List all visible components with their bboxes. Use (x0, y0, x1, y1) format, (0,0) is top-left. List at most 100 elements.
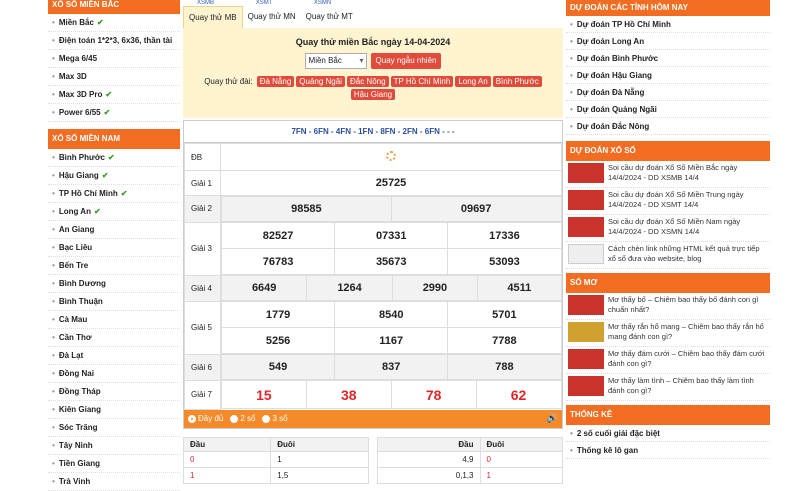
sidebar-item-south[interactable]: • Đồng Tháp (48, 383, 180, 401)
prize-value: 788 (447, 354, 562, 380)
sidebar-item-north[interactable]: • Max 3D Pro ✔ (48, 86, 180, 104)
sidebar-item-south[interactable]: • Đà Lạt (48, 347, 180, 365)
tab-quay-thu-mb[interactable]: Quay thử MB (183, 6, 243, 28)
bullet-icon: • (570, 446, 573, 455)
sidebar-item-south[interactable]: • Bến Tre (48, 257, 180, 275)
predict-item[interactable]: • Dự đoán TP Hồ Chí Minh (566, 16, 770, 33)
sidebar-item-north[interactable]: • Mega 6/45 (48, 50, 180, 68)
check-icon: ✔ (101, 171, 109, 180)
bullet-icon: • (52, 279, 55, 288)
dream-item[interactable]: Mơ thấy bố – Chiêm bao thấy bố đánh con … (566, 293, 770, 320)
stats-item[interactable]: • Thống kê lô gan (566, 442, 770, 459)
check-icon: ✔ (107, 153, 115, 162)
sidebar-item-south-label: Bình Dương (58, 279, 106, 288)
predict-item[interactable]: • Dự đoán Quảng Ngãi (566, 101, 770, 118)
predict-item[interactable]: • Dự đoán Đắc Nông (566, 118, 770, 135)
xs-predict-item[interactable]: Soi cầu dự đoán Xổ Số Miền Nam ngày 14/4… (566, 215, 770, 242)
prize-value: 1264 (306, 275, 393, 301)
xs-predict-list: Soi cầu dự đoán Xổ Số Miền Bắc ngày 14/4… (566, 161, 770, 269)
speaker-icon[interactable]: 🔊 (547, 413, 558, 424)
prize-value: 549 (220, 354, 336, 380)
bullet-icon: • (52, 477, 55, 486)
predict-item-label: Dự đoán Đà Nẵng (576, 88, 645, 97)
tab-quay-thu-mn[interactable]: Quay thử MN (243, 6, 301, 28)
prize-label: Giải 4 (184, 274, 221, 302)
loto-table-right: Đầu Đuôi 4,9 0 0,1,3 1 (377, 436, 563, 484)
bullet-icon: • (570, 20, 573, 29)
sidebar-item-south-label: Tiền Giang (58, 459, 101, 468)
bullet-icon: • (570, 54, 573, 63)
sidebar-item-south[interactable]: • Sóc Trăng (48, 419, 180, 437)
sidebar-item-north[interactable]: • Power 6/55 ✔ (48, 104, 180, 122)
right-sidebar: Dự đoán các tỉnh hôm nay • Dự đoán TP Hồ … (566, 0, 770, 459)
sidebar-item-south[interactable]: • Tây Ninh (48, 437, 180, 455)
option-full[interactable]: Đầy đủ (188, 414, 223, 423)
sidebar-item-south[interactable]: • Bình Thuận (48, 293, 180, 311)
dream-item[interactable]: Mơ thấy làm tình – Chiêm bao thấy làm tì… (566, 374, 770, 401)
dai-tag[interactable]: Bình Phước (492, 76, 542, 87)
tab-quay-thu-mt[interactable]: Quay thử MT (301, 6, 358, 28)
xs-predict-item[interactable]: Soi cầu dự đoán Xổ Số Miền Trung ngày 14… (566, 188, 770, 215)
sidebar-item-south[interactable]: • Cần Thơ (48, 329, 180, 347)
loto-table-left: Đầu Đuôi 01 1 1,5 (182, 436, 369, 484)
bullet-icon: • (52, 369, 55, 378)
predict-item[interactable]: • Dự đoán Bình Phước (566, 50, 770, 67)
sidebar-item-south[interactable]: • Đồng Nai (48, 365, 180, 383)
predict-item[interactable]: • Dự đoán Long An (566, 33, 770, 50)
loto-header: Đuôi (270, 436, 369, 452)
prize-value: 07331 (334, 222, 449, 249)
xs-predict-header: Dự đoán xổ số (566, 141, 770, 161)
check-icon: ✔ (105, 90, 113, 99)
radio-icon (230, 414, 239, 423)
loto-cell: 1,5 (270, 466, 369, 484)
sidebar-item-south[interactable]: • Hậu Giang ✔ (48, 167, 180, 185)
prize-value: 53093 (447, 248, 562, 275)
sidebar-item-south[interactable]: • Bình Phước ✔ (48, 149, 180, 167)
sidebar-item-south[interactable]: • Bạc Liêu (48, 239, 180, 257)
loto-header: Đuôi (479, 436, 563, 452)
dai-tag[interactable]: Đắc Nông (346, 76, 389, 87)
sidebar-item-south[interactable]: • Cà Mau (48, 311, 180, 329)
dream-item[interactable]: Mơ thấy rắn hổ mang – Chiêm bao thấy rắn… (566, 320, 770, 347)
option-2-digits[interactable]: 2 số (230, 414, 255, 423)
dai-tag[interactable]: Quảng Ngãi (296, 76, 345, 87)
sidebar-item-south[interactable]: • Long An ✔ (48, 203, 180, 221)
sidebar-item-north[interactable]: • Điện toán 1*2*3, 6x36, thần tài (48, 32, 180, 50)
stats-header: Thống kê (566, 405, 770, 425)
prize-value: 76783 (220, 248, 336, 275)
sidebar-item-north-label: Max 3D Pro (58, 90, 103, 99)
dai-tag[interactable]: TP Hồ Chí Minh (390, 76, 454, 87)
dai-tag[interactable]: Hậu Giang (350, 89, 396, 100)
quay-thu-title: Quay thử miền Bắc ngày 14-04-2024 (295, 37, 451, 47)
xs-predict-item[interactable]: Soi cầu dự đoán Xổ Số Miền Bắc ngày 14/4… (566, 161, 770, 188)
north-lottery-list: • Miền Bắc ✔ • Điện toán 1*2*3, 6x36, thần t… (48, 14, 180, 122)
sidebar-item-north-label: Mega 6/45 (58, 54, 98, 63)
predict-header: Dự đoán các tỉnh hôm nay (566, 0, 770, 16)
dai-tag[interactable]: Long An (455, 76, 491, 87)
stats-item[interactable]: • 2 số cuối giải đặc biệt (566, 425, 770, 442)
predict-item[interactable]: • Dự đoán Hậu Giang (566, 67, 770, 84)
dream-item[interactable]: Mơ thấy đám cưới – Chiêm bao thấy đám cư… (566, 347, 770, 374)
sidebar-item-south[interactable]: • TP Hồ Chí Minh ✔ (48, 185, 180, 203)
dream-item-text: Mơ thấy làm tình – Chiêm bao thấy làm tì… (608, 376, 754, 395)
check-icon: ✔ (93, 207, 101, 216)
region-select[interactable]: Miền Bắc ▾ (304, 53, 367, 69)
random-spin-button[interactable]: Quay ngẫu nhiên (370, 53, 442, 69)
predict-item-label: Dự đoán Bình Phước (576, 54, 659, 63)
bullet-icon: • (570, 122, 573, 131)
left-sidebar: Xổ số miền Bắc • Miền Bắc ✔ • Điện toán 1*2*… (48, 0, 180, 491)
option-3-digits[interactable]: 3 số (262, 414, 288, 423)
sidebar-item-north[interactable]: • Max 3D (48, 68, 180, 86)
loto-tables: Đầu Đuôi 01 1 1,5 Đầu Đuôi 4,9 0 0,1,3 1 (182, 436, 563, 484)
dream-item-text: Mơ thấy đám cưới – Chiêm bao thấy đám cư… (608, 349, 765, 368)
dai-tag[interactable]: Đà Nẵng (256, 76, 295, 87)
bullet-icon: • (52, 207, 55, 216)
sidebar-item-south[interactable]: • Kiên Giang (48, 401, 180, 419)
xs-predict-item[interactable]: Cách chèn link những HTML kết quả trực t… (566, 242, 770, 269)
sidebar-item-south[interactable]: • Tiền Giang (48, 455, 180, 473)
sidebar-item-south[interactable]: • An Giang (48, 221, 180, 239)
south-lottery-list: • Bình Phước ✔ • Hậu Giang ✔ • TP Hồ Chí Minh ✔ •… (48, 149, 180, 491)
predict-item[interactable]: • Dự đoán Đà Nẵng (566, 84, 770, 101)
sidebar-item-south[interactable]: • Bình Dương (48, 275, 180, 293)
sidebar-item-north[interactable]: • Miền Bắc ✔ (48, 14, 180, 32)
